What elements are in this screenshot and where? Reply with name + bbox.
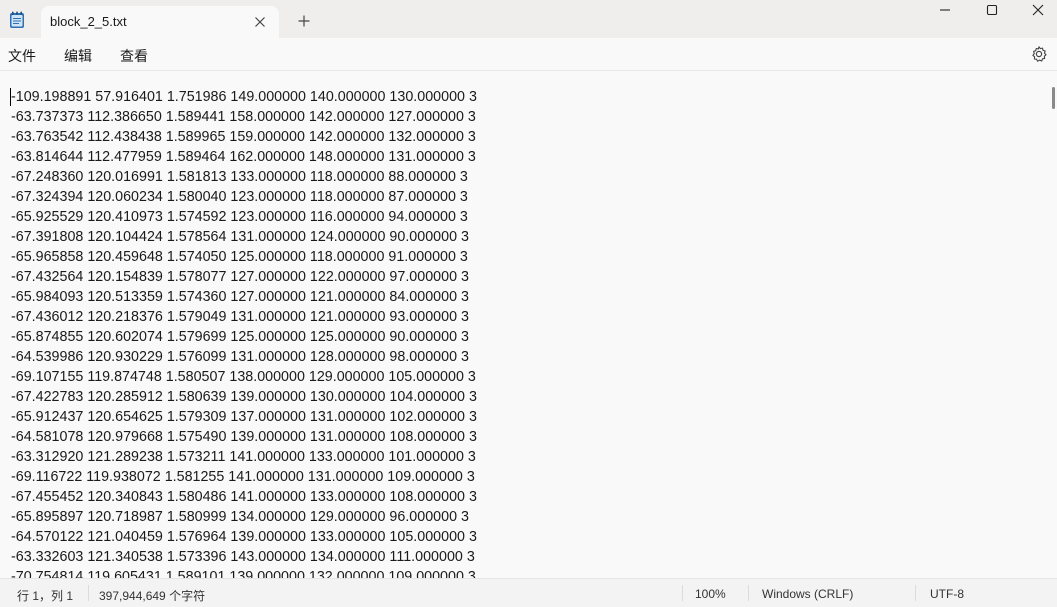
minimize-icon	[940, 9, 950, 11]
plus-icon[interactable]	[296, 13, 312, 29]
text-line: -63.814644 112.477959 1.589464 162.00000…	[11, 149, 476, 165]
status-divider	[682, 585, 683, 601]
encoding[interactable]: UTF-8	[930, 587, 964, 601]
maximize-button[interactable]	[969, 0, 1015, 22]
text-line: -70.754814 119.605431 1.589101 139.00000…	[11, 569, 476, 578]
cursor-position: 行 1，列 1	[17, 589, 74, 603]
text-editor[interactable]: -109.198891 57.916401 1.751986 149.00000…	[0, 71, 1057, 578]
text-line: -69.116722 119.938072 1.581255 141.00000…	[11, 469, 475, 485]
text-line: -65.895897 120.718987 1.580999 134.00000…	[11, 509, 469, 525]
text-line: -65.965858 120.459648 1.574050 125.00000…	[11, 249, 468, 265]
text-line: -63.332603 121.340538 1.573396 143.00000…	[11, 549, 475, 565]
close-icon[interactable]	[252, 14, 268, 30]
text-line: -65.925529 120.410973 1.574592 123.00000…	[11, 209, 468, 225]
text-line: -67.324394 120.060234 1.580040 123.00000…	[11, 189, 468, 205]
text-line: -65.984093 120.513359 1.574360 127.00000…	[11, 289, 469, 305]
tab-document[interactable]: block_2_5.txt	[41, 6, 279, 38]
text-lines: -109.198891 57.916401 1.751986 149.00000…	[11, 87, 477, 578]
text-line: -67.248360 120.016991 1.581813 133.00000…	[11, 169, 468, 185]
status-divider	[748, 585, 749, 601]
text-line: -69.107155 119.874748 1.580507 138.00000…	[11, 369, 476, 385]
text-line: -109.198891 57.916401 1.751986 149.00000…	[11, 89, 477, 105]
notepad-icon	[9, 11, 25, 29]
text-line: -64.570122 121.040459 1.576964 139.00000…	[11, 529, 477, 545]
text-line: -63.763542 112.438438 1.589965 159.00000…	[11, 129, 476, 145]
menu-view[interactable]: 查看	[120, 46, 148, 66]
close-icon	[1032, 4, 1044, 16]
minimize-button[interactable]	[922, 0, 968, 22]
zoom-level[interactable]: 100%	[695, 587, 726, 601]
status-bar: 行 1，列 1 397,944,649 个字符 100% Windows (CR…	[0, 578, 1057, 607]
close-window-button[interactable]	[1015, 0, 1057, 22]
maximize-icon	[986, 4, 998, 16]
menu-file[interactable]: 文件	[8, 46, 36, 66]
character-count: 397,944,649 个字符	[99, 589, 206, 603]
status-divider	[915, 585, 916, 601]
notepad-window: block_2_5.txt 文件 编辑 查看 -109.198891 57.91…	[0, 0, 1057, 607]
tab-title: block_2_5.txt	[50, 14, 127, 29]
text-line: -65.874855 120.602074 1.579699 125.00000…	[11, 329, 469, 345]
status-divider	[88, 585, 89, 601]
title-bar: block_2_5.txt	[0, 0, 1057, 38]
text-line: -67.455452 120.340843 1.580486 141.00000…	[11, 489, 477, 505]
gear-icon[interactable]	[1030, 45, 1048, 63]
text-line: -67.422783 120.285912 1.580639 139.00000…	[11, 389, 477, 405]
text-line: -63.312920 121.289238 1.573211 141.00000…	[11, 449, 476, 465]
line-ending[interactable]: Windows (CRLF)	[762, 587, 853, 601]
vertical-scrollbar[interactable]	[1052, 87, 1055, 109]
menu-edit[interactable]: 编辑	[64, 46, 92, 66]
text-line: -67.432564 120.154839 1.578077 127.00000…	[11, 269, 469, 285]
text-line: -63.737373 112.386650 1.589441 158.00000…	[11, 109, 476, 125]
menu-bar: 文件 编辑 查看	[0, 38, 1057, 71]
text-line: -65.912437 120.654625 1.579309 137.00000…	[11, 409, 477, 425]
text-line: -64.539986 120.930229 1.576099 131.00000…	[11, 349, 469, 365]
text-line: -67.436012 120.218376 1.579049 131.00000…	[11, 309, 469, 325]
text-caret	[10, 88, 11, 106]
text-line: -64.581078 120.979668 1.575490 139.00000…	[11, 429, 477, 445]
text-line: -67.391808 120.104424 1.578564 131.00000…	[11, 229, 469, 245]
